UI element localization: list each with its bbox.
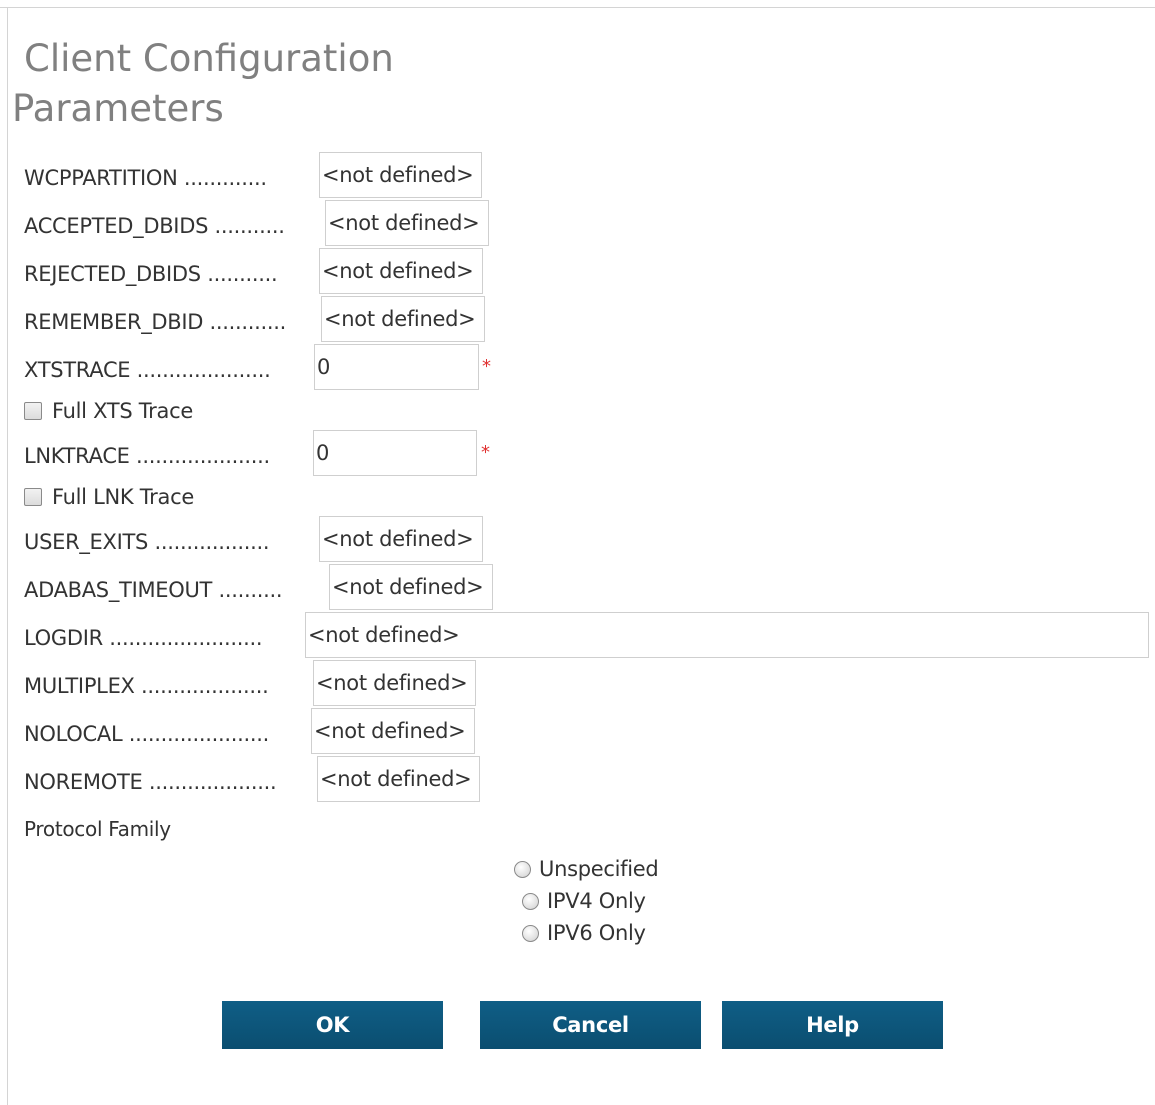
full-lnk-trace-row[interactable]: Full LNK Trace: [24, 485, 194, 509]
page-title-line1: Client Configuration: [24, 37, 394, 80]
full-lnk-trace-label: Full LNK Trace: [52, 485, 194, 509]
lnktrace-required-mark: *: [481, 442, 490, 463]
cancel-button[interactable]: Cancel: [480, 1001, 701, 1049]
protocol-family-label: Protocol Family: [24, 817, 171, 841]
accepted-dbids-label: ACCEPTED_DBIDS ...........: [24, 214, 285, 238]
radio-unspecified[interactable]: Unspecified: [514, 857, 659, 881]
wcppartition-field[interactable]: <not defined>: [319, 152, 482, 198]
user-exits-field[interactable]: <not defined>: [319, 516, 483, 562]
adabas-timeout-field[interactable]: <not defined>: [329, 564, 493, 610]
full-xts-trace-row[interactable]: Full XTS Trace: [24, 399, 193, 423]
wcppartition-row: WCPPARTITION .............: [24, 154, 319, 202]
accepted-dbids-field[interactable]: <not defined>: [325, 200, 489, 246]
full-lnk-trace-checkbox[interactable]: [24, 488, 42, 506]
rejected-dbids-label: REJECTED_DBIDS ...........: [24, 262, 278, 286]
radio-ipv6-only[interactable]: IPV6 Only: [522, 921, 646, 945]
full-xts-trace-label: Full XTS Trace: [52, 399, 193, 423]
xtstrace-required-mark: *: [482, 356, 491, 377]
user-exits-label: USER_EXITS ..................: [24, 530, 270, 554]
lnktrace-field[interactable]: 0: [313, 430, 477, 476]
radio-ipv6-only-label: IPV6 Only: [547, 921, 646, 945]
frame-top-border: [0, 7, 1155, 8]
multiplex-field[interactable]: <not defined>: [313, 660, 476, 706]
xtstrace-field[interactable]: 0: [314, 344, 479, 390]
lnktrace-row: LNKTRACE .....................: [24, 432, 313, 480]
adabas-timeout-row: ADABAS_TIMEOUT ..........: [24, 566, 329, 614]
xtstrace-label: XTSTRACE .....................: [24, 358, 271, 382]
rejected-dbids-field[interactable]: <not defined>: [319, 248, 483, 294]
radio-unspecified-button[interactable]: [514, 860, 531, 878]
radio-ipv6-only-button[interactable]: [522, 924, 539, 942]
xtstrace-row: XTSTRACE .....................: [24, 346, 314, 394]
accepted-dbids-row: ACCEPTED_DBIDS ...........: [24, 202, 325, 250]
nolocal-field[interactable]: <not defined>: [311, 708, 475, 754]
remember-dbid-label: REMEMBER_DBID ............: [24, 310, 287, 334]
nolocal-label: NOLOCAL ......................: [24, 722, 269, 746]
page-title: Client Configuration Parameters: [12, 34, 394, 134]
radio-ipv4-only-label: IPV4 Only: [547, 889, 646, 913]
logdir-field[interactable]: <not defined>: [305, 612, 1149, 658]
full-xts-trace-checkbox[interactable]: [24, 402, 42, 420]
noremote-row: NOREMOTE ....................: [24, 758, 317, 806]
radio-unspecified-label: Unspecified: [539, 857, 659, 881]
adabas-timeout-label: ADABAS_TIMEOUT ..........: [24, 578, 283, 602]
radio-ipv4-only[interactable]: IPV4 Only: [522, 889, 646, 913]
rejected-dbids-row: REJECTED_DBIDS ...........: [24, 250, 319, 298]
radio-ipv4-only-button[interactable]: [522, 892, 539, 910]
logdir-row: LOGDIR ........................: [24, 614, 305, 662]
wcppartition-label: WCPPARTITION .............: [24, 166, 267, 190]
frame-left-border: [7, 7, 8, 1105]
lnktrace-label: LNKTRACE .....................: [24, 444, 270, 468]
user-exits-row: USER_EXITS ..................: [24, 518, 319, 566]
multiplex-label: MULTIPLEX ....................: [24, 674, 269, 698]
multiplex-row: MULTIPLEX ....................: [24, 662, 313, 710]
noremote-label: NOREMOTE ....................: [24, 770, 277, 794]
noremote-field[interactable]: <not defined>: [317, 756, 480, 802]
remember-dbid-field[interactable]: <not defined>: [321, 296, 485, 342]
logdir-label: LOGDIR ........................: [24, 626, 263, 650]
help-button[interactable]: Help: [722, 1001, 943, 1049]
nolocal-row: NOLOCAL ......................: [24, 710, 311, 758]
page-title-line2: Parameters: [12, 87, 224, 130]
remember-dbid-row: REMEMBER_DBID ............: [24, 298, 321, 346]
ok-button[interactable]: OK: [222, 1001, 443, 1049]
